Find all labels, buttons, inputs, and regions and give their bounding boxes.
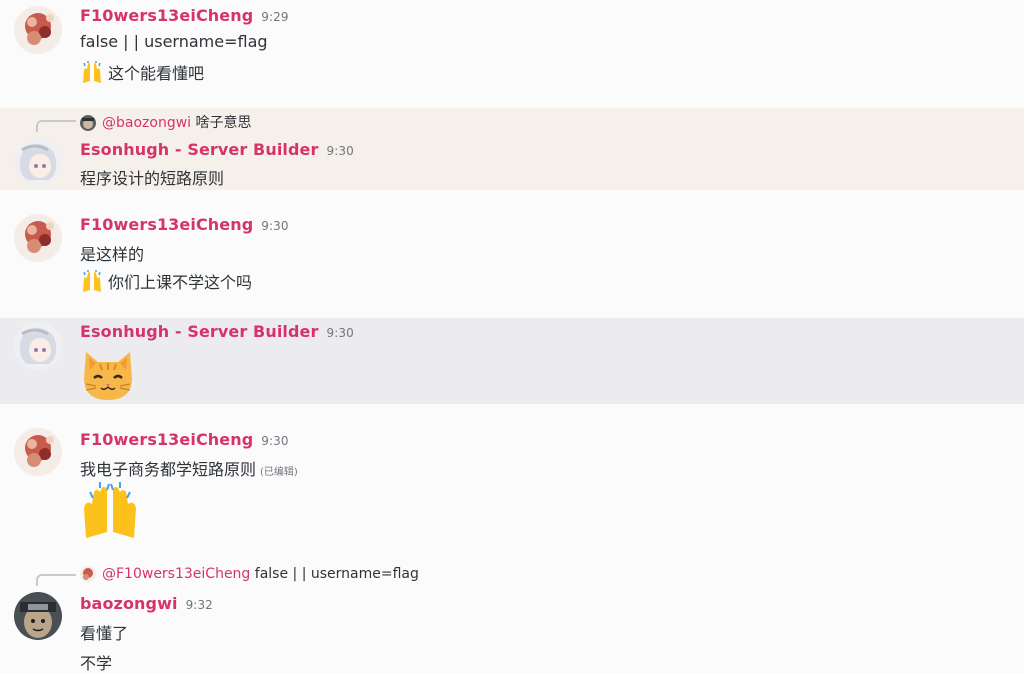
message-2: @baozongwi 啥子意思 Esonhugh - Server Builde… [0, 108, 1024, 190]
message-text: false | | username=flag [80, 32, 268, 51]
cat-face-icon [80, 348, 136, 402]
author-label[interactable]: F10wers13eiCheng [80, 215, 253, 234]
message-text: 是这样的 [80, 245, 145, 264]
author-name[interactable]: Esonhugh - Server Builder 9:30 [80, 322, 354, 341]
edited-label: (已编辑) [260, 467, 298, 478]
avatar[interactable] [14, 6, 62, 54]
author-label[interactable]: F10wers13eiCheng [80, 430, 253, 449]
reply-avatar [80, 115, 96, 131]
author-name[interactable]: F10wers13eiCheng 9:29 [80, 6, 289, 25]
message-text-content: 我电子商务都学短路原则 [80, 460, 257, 479]
message-text: 看懂了 [80, 624, 129, 643]
message-3: F10wers13eiCheng 9:30 是这样的 你们上课不学这个吗 [0, 206, 1024, 306]
reply-spine [36, 120, 76, 132]
author-label[interactable]: F10wers13eiCheng [80, 6, 253, 25]
timestamp: 9:30 [261, 219, 289, 233]
avatar[interactable] [14, 214, 62, 262]
avatar[interactable] [14, 592, 62, 640]
author-label[interactable]: Esonhugh - Server Builder [80, 140, 319, 159]
message-text-with-emoji: 这个能看懂吧 [80, 60, 204, 89]
timestamp: 9:30 [326, 144, 354, 158]
message-text: 这个能看懂吧 [108, 64, 205, 83]
raising-hands-icon [80, 60, 104, 89]
raising-hands-icon [80, 269, 104, 298]
reply-spine [36, 574, 76, 586]
avatar[interactable] [14, 322, 62, 370]
avatar[interactable] [14, 428, 62, 476]
message-6: @F10wers13eiCheng false | | username=fla… [0, 562, 1024, 674]
timestamp: 9:30 [326, 326, 354, 340]
author-name[interactable]: F10wers13eiCheng 9:30 [80, 430, 289, 449]
reply-avatar [80, 566, 96, 582]
message-text: 我电子商务都学短路原则 (已编辑) [80, 456, 298, 480]
reply-author[interactable]: @baozongwi [102, 115, 191, 131]
reply-preview[interactable]: @F10wers13eiCheng false | | username=fla… [80, 566, 419, 582]
reply-preview[interactable]: @baozongwi 啥子意思 [80, 112, 252, 132]
raising-hands-icon [80, 482, 140, 540]
author-label[interactable]: baozongwi [80, 594, 178, 613]
reply-author[interactable]: @F10wers13eiCheng [102, 566, 250, 582]
message-5: F10wers13eiCheng 9:30 我电子商务都学短路原则 (已编辑) [0, 420, 1024, 550]
message-4: Esonhugh - Server Builder 9:30 [0, 318, 1024, 404]
reply-text: 啥子意思 [195, 115, 252, 131]
message-text: 不学 [80, 654, 113, 673]
author-name[interactable]: baozongwi 9:32 [80, 594, 213, 613]
timestamp: 9:29 [261, 10, 289, 24]
author-name[interactable]: F10wers13eiCheng 9:30 [80, 215, 289, 234]
author-label[interactable]: Esonhugh - Server Builder [80, 322, 319, 341]
timestamp: 9:32 [185, 598, 213, 612]
message-text-with-emoji: 你们上课不学这个吗 [80, 269, 252, 298]
avatar[interactable] [14, 138, 62, 186]
timestamp: 9:30 [261, 434, 289, 448]
message-text: 程序设计的短路原则 [80, 169, 225, 188]
reply-text: false | | username=flag [254, 566, 419, 582]
message-1: F10wers13eiCheng 9:29 false | | username=… [0, 0, 1024, 104]
author-name[interactable]: Esonhugh - Server Builder 9:30 [80, 140, 354, 159]
message-text: 你们上课不学这个吗 [108, 273, 253, 292]
